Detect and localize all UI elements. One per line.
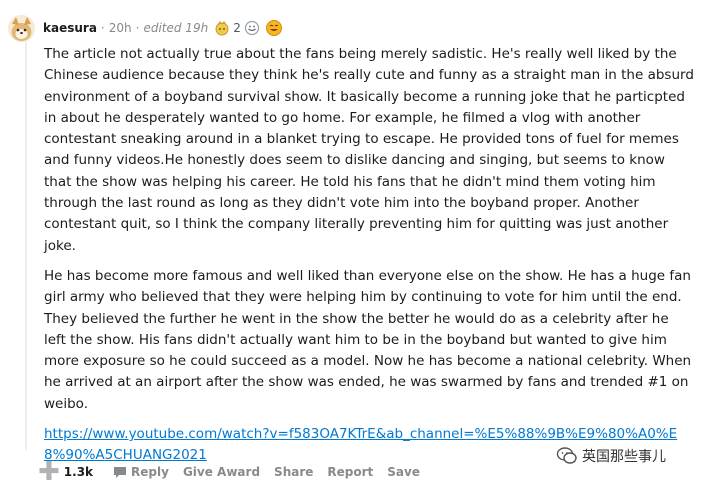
edited-label: edited 19h [143, 21, 209, 35]
give-award-label: Give Award [182, 465, 261, 479]
separator-dot: · [135, 21, 140, 35]
watermark-text: 英国那些事儿 [582, 449, 666, 465]
share-button[interactable]: Share [274, 465, 313, 479]
wechat-icon [556, 445, 578, 467]
comment-paragraph: The article not actually true about the … [44, 46, 694, 254]
watermark: 英国那些事儿 [556, 445, 666, 467]
save-button[interactable]: Save [387, 465, 420, 479]
award-count: 2 [233, 21, 241, 35]
comment-paragraph: He has become more famous and well liked… [44, 267, 692, 412]
comment-header: kaesura · 20h · edited 19h 2 [8, 14, 285, 42]
share-label: Share [274, 465, 314, 479]
reply-button[interactable]: Reply [113, 465, 169, 479]
vote-score: 1.3k [63, 465, 94, 479]
report-label: Report [327, 465, 374, 479]
laughing-award-icon[interactable] [265, 19, 283, 37]
comment-award-icon[interactable] [244, 20, 260, 36]
username[interactable]: kaesura [43, 21, 97, 35]
report-button[interactable]: Report [327, 465, 373, 479]
save-label: Save [387, 465, 420, 479]
reply-label: Reply [131, 465, 169, 479]
thread-line[interactable] [25, 40, 27, 450]
comment-body: The article not actually true about the … [44, 44, 694, 476]
give-award-button[interactable]: Give Award [183, 465, 260, 479]
upvote-icon[interactable]: ✚ [38, 459, 60, 485]
user-avatar[interactable] [8, 14, 35, 42]
awards[interactable]: 2 [214, 19, 285, 37]
comment-actions: ✚ 1.3k Reply Give Award Share Report Sav… [38, 459, 434, 485]
comment-time[interactable]: 20h [109, 21, 132, 35]
silver-award-icon[interactable] [214, 20, 230, 36]
comment-icon [113, 465, 127, 479]
separator-dot: · [100, 21, 105, 35]
